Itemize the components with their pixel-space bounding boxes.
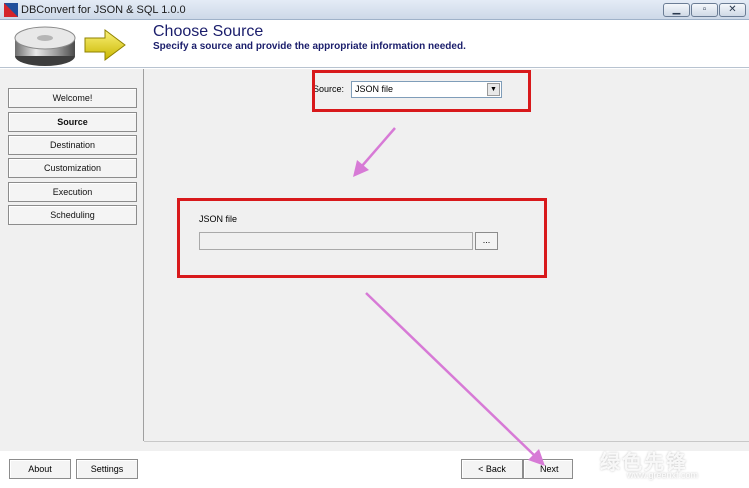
settings-button[interactable]: Settings: [76, 459, 138, 479]
app-icon: [4, 3, 18, 17]
database-convert-logo-icon: [14, 26, 126, 66]
sidebar-item-source[interactable]: Source: [8, 112, 137, 132]
json-file-highlight-box: [177, 198, 547, 278]
back-button[interactable]: < Back: [461, 459, 523, 479]
minimize-button[interactable]: ▁: [663, 3, 690, 17]
page-subtitle: Specify a source and provide the appropr…: [153, 41, 466, 52]
sidebar-item-scheduling[interactable]: Scheduling: [8, 205, 137, 225]
sidebar-item-customization[interactable]: Customization: [8, 158, 137, 178]
window-title: DBConvert for JSON & SQL 1.0.0: [21, 4, 186, 16]
wizard-header: Choose Source Specify a source and provi…: [0, 20, 749, 68]
maximize-button[interactable]: ▫: [691, 3, 718, 17]
footer-divider: [144, 441, 749, 442]
sidebar-item-welcome[interactable]: Welcome!: [8, 88, 137, 108]
close-button[interactable]: ✕: [719, 3, 746, 17]
next-button[interactable]: Next: [523, 459, 573, 479]
sidebar-item-execution[interactable]: Execution: [8, 182, 137, 202]
page-title: Choose Source: [153, 23, 264, 40]
about-button[interactable]: About: [9, 459, 71, 479]
sidebar-item-destination[interactable]: Destination: [8, 135, 137, 155]
watermark-url: www.greenxf.com: [627, 470, 699, 480]
title-bar: DBConvert for JSON & SQL 1.0.0 ▁ ▫ ✕: [0, 0, 749, 20]
wizard-steps-sidebar: Welcome! Source Destination Customizatio…: [0, 69, 144, 441]
source-highlight-box: [312, 70, 531, 112]
